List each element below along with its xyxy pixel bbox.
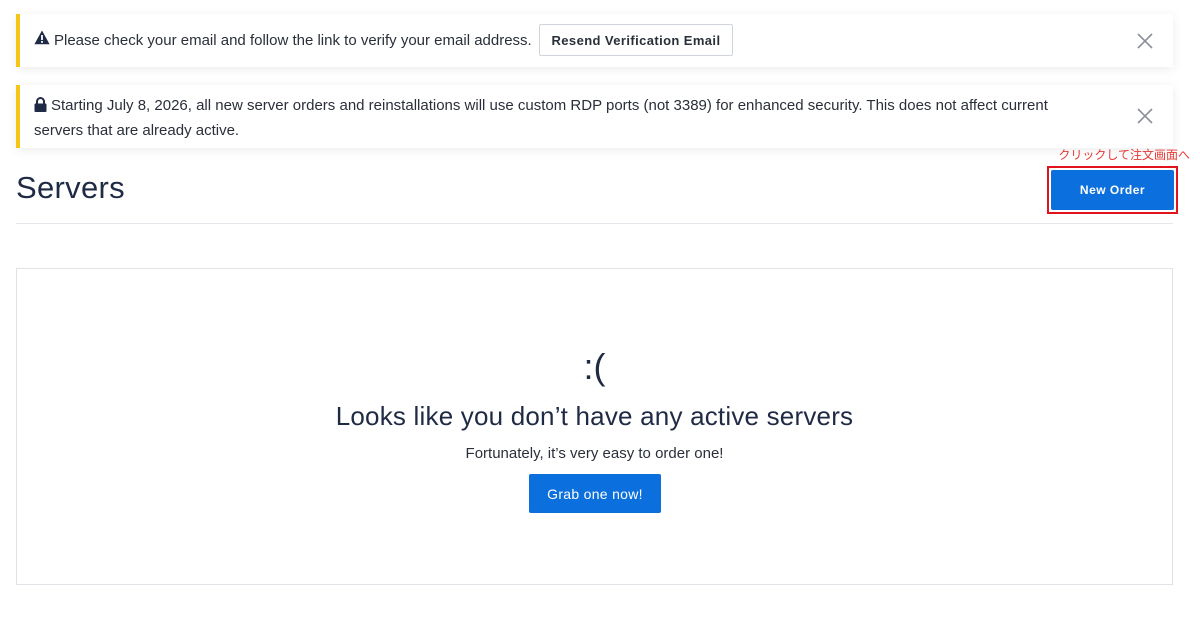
header-divider [16,223,1173,224]
new-order-button[interactable]: New Order [1051,170,1174,210]
rdp-port-notice-alert: Starting July 8, 2026, all new server or… [16,85,1173,148]
warning-triangle-icon [34,29,50,52]
empty-state-heading: Looks like you don’t have any active ser… [335,401,854,431]
close-icon[interactable] [1135,31,1155,51]
empty-state-subtext: Fortunately, it’s very easy to order one… [465,445,724,462]
page-title: Servers [16,170,125,205]
new-order-annotation: クリックして注文画面へ [1058,148,1190,162]
close-icon[interactable] [1135,106,1155,126]
grab-one-now-button[interactable]: Grab one now! [529,474,661,513]
email-verification-alert: Please check your email and follow the l… [16,14,1173,67]
empty-state-panel: :( Looks like you don’t have any active … [16,268,1173,585]
resend-verification-button[interactable]: Resend Verification Email [539,24,733,56]
rdp-port-notice-message: Starting July 8, 2026, all new server or… [34,97,1048,139]
email-verification-message: Please check your email and follow the l… [54,32,532,49]
lock-icon [34,96,47,119]
sad-face-emoticon: :( [583,346,606,387]
